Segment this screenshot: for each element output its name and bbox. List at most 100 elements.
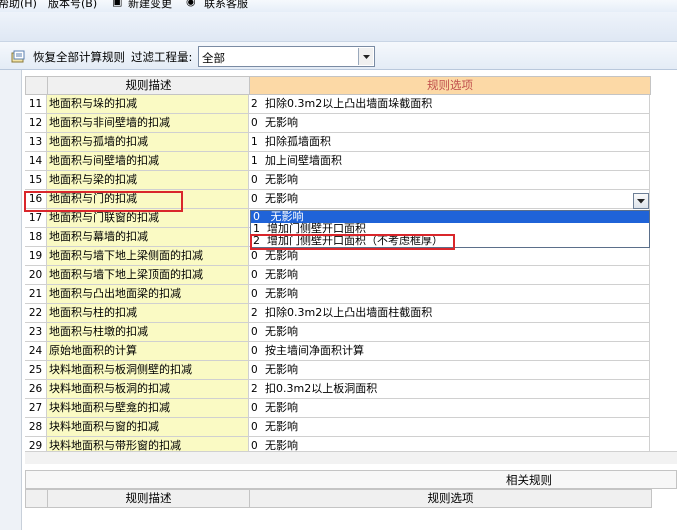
row-number: 24 <box>25 342 47 361</box>
filter-quantity-label: 过滤工程量: <box>131 50 193 64</box>
rule-option-code: 0 <box>251 174 258 186</box>
new-change-icon: ▣ <box>112 0 123 8</box>
table-row[interactable]: 14 地面积与间壁墙的扣减 1 加上间壁墙面积 <box>25 152 651 171</box>
rule-description[interactable]: 地面积与间壁墙的扣减 <box>47 152 249 171</box>
related-rules-title-bar: 相关规则 <box>25 470 677 489</box>
table-row[interactable]: 21 地面积与凸出地面梁的扣减 0 无影响 <box>25 285 651 304</box>
option-dropdown-arrow[interactable] <box>633 193 649 209</box>
related-description-header[interactable]: 规则描述 <box>47 489 250 508</box>
rule-option-code: 1 <box>251 136 258 148</box>
table-row[interactable]: 12 地面积与非间壁墙的扣减 0 无影响 <box>25 114 651 133</box>
rule-description[interactable]: 原始地面积的计算 <box>47 342 249 361</box>
related-row-number-header <box>25 489 48 508</box>
rule-description[interactable]: 地面积与柱墩的扣减 <box>47 323 249 342</box>
rule-description[interactable]: 地面积与非间壁墙的扣减 <box>47 114 249 133</box>
rule-option[interactable]: 1 加上间壁墙面积 <box>249 152 650 171</box>
table-row[interactable]: 29 块料地面积与带形窗的扣减 0 无影响 <box>25 437 651 451</box>
rule-option-text: 扣除孤墙面积 <box>265 135 331 148</box>
row-number: 12 <box>25 114 47 133</box>
rule-description[interactable]: 块料地面积与窗的扣减 <box>47 418 249 437</box>
rule-option-text: 扣除0.3m2以上凸出墙面柱截面积 <box>265 306 433 319</box>
rule-option[interactable]: 0 无影响 <box>249 418 650 437</box>
rule-option-text: 无影响 <box>265 420 298 433</box>
rule-option[interactable]: 0 无影响 <box>249 190 650 209</box>
row-number: 19 <box>25 247 47 266</box>
rule-description[interactable]: 块料地面积与壁龛的扣减 <box>47 399 249 418</box>
rule-option-text: 无影响 <box>265 116 298 129</box>
menu-new-change[interactable]: 新建变更 <box>128 0 172 11</box>
table-row[interactable]: 25 块料地面积与板洞侧壁的扣减 0 无影响 <box>25 361 651 380</box>
row-number: 26 <box>25 380 47 399</box>
table-row[interactable]: 23 地面积与柱墩的扣减 0 无影响 <box>25 323 651 342</box>
chevron-down-icon[interactable] <box>358 48 373 65</box>
ribbon-area <box>0 12 677 42</box>
rule-option[interactable]: 0 无影响 <box>249 114 650 133</box>
menu-version[interactable]: 版本号(B) <box>48 0 97 11</box>
horizontal-scrollbar[interactable] <box>25 451 677 464</box>
rule-description[interactable]: 地面积与凸出地面梁的扣减 <box>47 285 249 304</box>
rule-option-code: 0 <box>251 345 258 357</box>
row-number: 23 <box>25 323 47 342</box>
table-row[interactable]: 11 地面积与垛的扣减 2 扣除0.3m2以上凸出墙面垛截面积 <box>25 95 651 114</box>
table-row[interactable]: 22 地面积与柱的扣减 2 扣除0.3m2以上凸出墙面柱截面积 <box>25 304 651 323</box>
rule-option-text: 无影响 <box>265 363 298 376</box>
rule-option[interactable]: 0 无影响 <box>249 285 650 304</box>
rule-description[interactable]: 地面积与柱的扣减 <box>47 304 249 323</box>
rule-option[interactable]: 0 按主墙间净面积计算 <box>249 342 650 361</box>
rule-option-text: 无影响 <box>265 401 298 414</box>
rule-description[interactable]: 地面积与梁的扣减 <box>47 171 249 190</box>
rule-description[interactable]: 块料地面积与带形窗的扣减 <box>47 437 249 451</box>
restore-all-rules-button[interactable]: 恢复全部计算规则 <box>33 49 125 65</box>
row-number: 13 <box>25 133 47 152</box>
chevron-down-icon <box>637 199 645 204</box>
rule-description[interactable]: 地面积与垛的扣减 <box>47 95 249 114</box>
table-row[interactable]: 27 块料地面积与壁龛的扣减 0 无影响 <box>25 399 651 418</box>
rule-option-text: 无影响 <box>265 192 298 205</box>
row-number: 15 <box>25 171 47 190</box>
rule-option[interactable]: 0 无影响 <box>249 361 650 380</box>
rule-option[interactable]: 2 扣除0.3m2以上凸出墙面柱截面积 <box>249 304 650 323</box>
row-number: 22 <box>25 304 47 323</box>
rule-option[interactable]: 1 扣除孤墙面积 <box>249 133 650 152</box>
rule-option[interactable]: 2 扣除0.3m2以上凸出墙面垛截面积 <box>249 95 650 114</box>
row-number: 11 <box>25 95 47 114</box>
rule-option-text: 无影响 <box>265 439 298 451</box>
table-row[interactable]: 26 块料地面积与板洞的扣减 2 扣0.3m2以上板洞面积 <box>25 380 651 399</box>
table-row[interactable]: 13 地面积与孤墙的扣减 1 扣除孤墙面积 <box>25 133 651 152</box>
related-option-header[interactable]: 规则选项 <box>249 489 652 508</box>
menu-contact-support[interactable]: 联系客服 <box>204 0 248 11</box>
rule-option-code: 0 <box>251 193 258 205</box>
filter-quantity-select[interactable]: 全部 <box>198 46 375 67</box>
dropdown-option-2-highlight <box>250 234 455 250</box>
rule-option[interactable]: 2 扣0.3m2以上板洞面积 <box>249 380 650 399</box>
row-number: 28 <box>25 418 47 437</box>
rule-description[interactable]: 块料地面积与板洞的扣减 <box>47 380 249 399</box>
rule-option-code: 0 <box>251 326 258 338</box>
table-row[interactable]: 20 地面积与墙下地上梁顶面的扣减 0 无影响 <box>25 266 651 285</box>
table-row[interactable]: 28 块料地面积与窗的扣减 0 无影响 <box>25 418 651 437</box>
row-16-highlight <box>24 191 183 212</box>
rule-option-code: 0 <box>251 402 258 414</box>
rule-option-text: 加上间壁墙面积 <box>265 154 342 167</box>
rule-option[interactable]: 0 无影响 <box>249 266 650 285</box>
table-row[interactable]: 24 原始地面积的计算 0 按主墙间净面积计算 <box>25 342 651 361</box>
rule-option[interactable]: 0 无影响 <box>249 171 650 190</box>
rule-description[interactable]: 地面积与墙下地上梁顶面的扣减 <box>47 266 249 285</box>
rule-description[interactable]: 地面积与幕墙的扣减 <box>47 228 249 247</box>
restore-icon[interactable] <box>11 50 25 63</box>
table-row[interactable]: 15 地面积与梁的扣减 0 无影响 <box>25 171 651 190</box>
row-number: 18 <box>25 228 47 247</box>
rule-description[interactable]: 地面积与墙下地上梁侧面的扣减 <box>47 247 249 266</box>
rule-option-code: 2 <box>251 98 258 110</box>
rule-description[interactable]: 块料地面积与板洞侧壁的扣减 <box>47 361 249 380</box>
rule-description[interactable]: 地面积与孤墙的扣减 <box>47 133 249 152</box>
rule-option-text: 无影响 <box>265 268 298 281</box>
row-number: 20 <box>25 266 47 285</box>
rule-option-code: 1 <box>251 155 258 167</box>
menu-help[interactable]: 帮助(H) <box>0 0 37 11</box>
rule-option[interactable]: 0 无影响 <box>249 323 650 342</box>
rule-option-text: 按主墙间净面积计算 <box>265 344 364 357</box>
rule-option[interactable]: 0 无影响 <box>249 437 650 451</box>
rule-option[interactable]: 0 无影响 <box>249 399 650 418</box>
rule-option-code: 0 <box>251 269 258 281</box>
